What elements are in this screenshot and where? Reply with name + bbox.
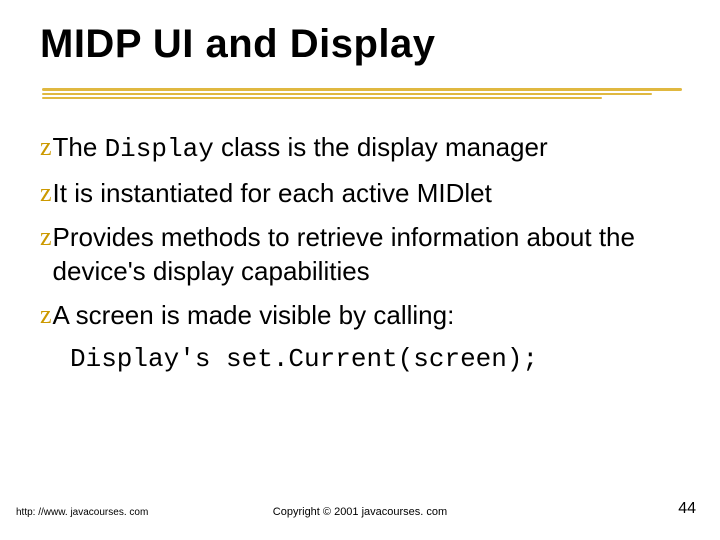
bullet-icon: z bbox=[40, 130, 52, 164]
code-segment: Display bbox=[105, 134, 214, 164]
list-item: z The Display class is the display manag… bbox=[40, 130, 680, 166]
text-segment: A screen is made visible by calling: bbox=[53, 300, 455, 330]
slide-footer: http: //www. javacourses. com Copyright … bbox=[0, 500, 720, 518]
bullet-text: The Display class is the display manager bbox=[53, 130, 680, 166]
bullet-icon: z bbox=[40, 298, 52, 332]
text-segment: It is instantiated for each active MIDle… bbox=[53, 178, 492, 208]
list-item: z It is instantiated for each active MID… bbox=[40, 176, 680, 210]
text-segment: Provides methods to retrieve information… bbox=[53, 222, 635, 286]
bullet-text: A screen is made visible by calling: bbox=[53, 298, 680, 332]
text-segment: class is the display manager bbox=[214, 132, 548, 162]
slide: MIDP UI and Display z The Display class … bbox=[0, 0, 720, 540]
bullet-text: Provides methods to retrieve information… bbox=[53, 220, 680, 288]
title-underline bbox=[42, 88, 682, 102]
footer-url: http: //www. javacourses. com bbox=[16, 507, 148, 518]
bullet-list: z The Display class is the display manag… bbox=[40, 130, 680, 376]
bullet-icon: z bbox=[40, 176, 52, 210]
list-item: z Provides methods to retrieve informati… bbox=[40, 220, 680, 288]
bullet-text: It is instantiated for each active MIDle… bbox=[53, 176, 680, 210]
bullet-icon: z bbox=[40, 220, 52, 254]
text-segment: The bbox=[53, 132, 105, 162]
code-line: Display's set.Current(screen); bbox=[70, 342, 680, 376]
list-item: z A screen is made visible by calling: bbox=[40, 298, 680, 332]
footer-page-number: 44 bbox=[678, 500, 696, 518]
slide-title: MIDP UI and Display bbox=[40, 22, 436, 67]
